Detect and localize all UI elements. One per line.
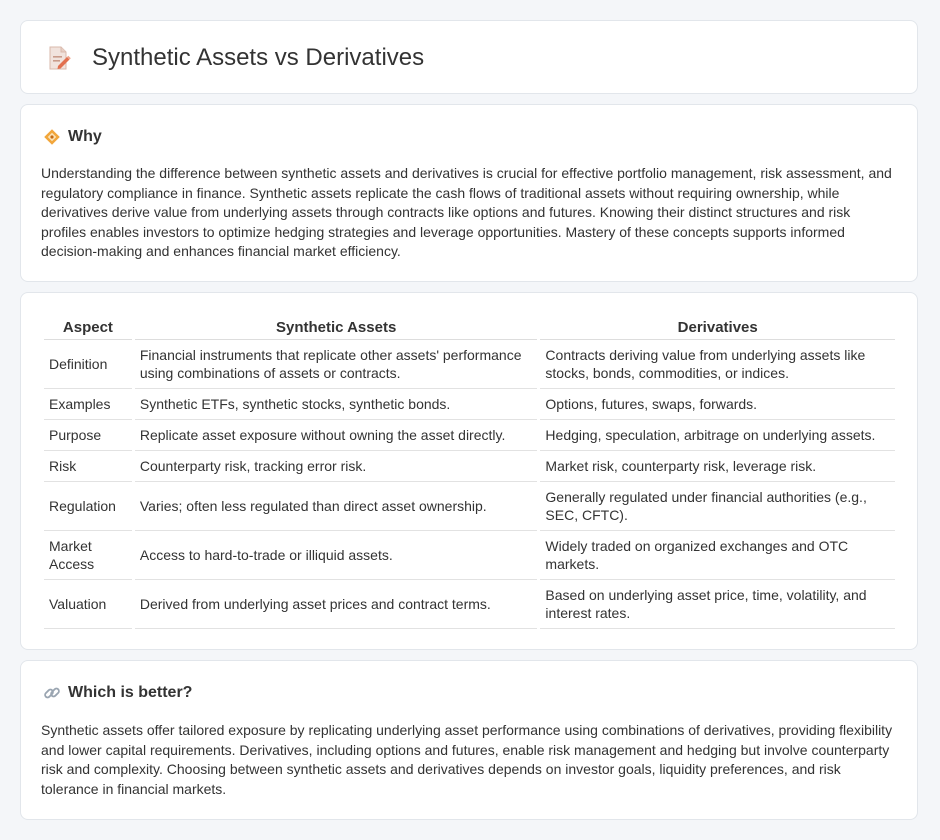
which-better-text: Synthetic assets offer tailored exposure… <box>41 722 893 797</box>
table-row: Market Access Access to hard-to-trade or… <box>44 531 895 580</box>
header-aspect: Aspect <box>44 317 132 340</box>
row-aspect: Regulation <box>44 482 132 531</box>
table-header-row: Aspect Synthetic Assets Derivatives <box>44 317 895 340</box>
row-derivatives: Hedging, speculation, arbitrage on under… <box>540 420 895 451</box>
row-derivatives: Market risk, counterparty risk, leverage… <box>540 451 895 482</box>
row-aspect: Purpose <box>44 420 132 451</box>
comparison-section: Aspect Synthetic Assets Derivatives Defi… <box>20 292 918 650</box>
header-card: Synthetic Assets vs Derivatives <box>20 20 918 94</box>
row-derivatives: Based on underlying asset price, time, v… <box>540 580 895 629</box>
row-aspect: Examples <box>44 389 132 420</box>
row-derivatives: Generally regulated under financial auth… <box>540 482 895 531</box>
table-row: Risk Counterparty risk, tracking error r… <box>44 451 895 482</box>
why-section: Why Understanding the difference between… <box>20 104 918 282</box>
row-synthetic: Access to hard-to-trade or illiquid asse… <box>134 531 538 580</box>
table-row: Regulation Varies; often less regulated … <box>44 482 895 531</box>
why-heading: Why <box>43 127 102 147</box>
table-row: Definition Financial instruments that re… <box>44 340 895 389</box>
page-title: Synthetic Assets vs Derivatives <box>92 44 425 71</box>
row-synthetic: Financial instruments that replicate oth… <box>134 340 538 389</box>
row-derivatives: Widely traded on organized exchanges and… <box>540 531 895 580</box>
why-title: Why <box>68 128 102 145</box>
comparison-table: Aspect Synthetic Assets Derivatives Defi… <box>41 317 898 629</box>
header-derivatives: Derivatives <box>540 317 895 340</box>
row-derivatives: Options, futures, swaps, forwards. <box>540 389 895 420</box>
which-better-heading: Which is better? <box>43 683 192 703</box>
table-row: Examples Synthetic ETFs, synthetic stock… <box>44 389 895 420</box>
row-synthetic: Varies; often less regulated than direct… <box>134 482 538 531</box>
row-synthetic: Synthetic ETFs, synthetic stocks, synthe… <box>134 389 538 420</box>
header-synthetic-assets: Synthetic Assets <box>134 317 538 340</box>
document-pencil-icon <box>49 46 71 70</box>
link-icon <box>44 687 60 699</box>
row-aspect: Risk <box>44 451 132 482</box>
row-aspect: Definition <box>44 340 132 389</box>
row-derivatives: Contracts deriving value from underlying… <box>540 340 895 389</box>
row-aspect: Valuation <box>44 580 132 629</box>
why-text: Understanding the difference between syn… <box>41 165 892 260</box>
row-synthetic: Derived from underlying asset prices and… <box>134 580 538 629</box>
row-synthetic: Counterparty risk, tracking error risk. <box>134 451 538 482</box>
table-row: Valuation Derived from underlying asset … <box>44 580 895 629</box>
diamond-badge-icon <box>44 129 60 145</box>
row-aspect: Market Access <box>44 531 132 580</box>
which-better-title: Which is better? <box>68 684 193 701</box>
row-synthetic: Replicate asset exposure without owning … <box>134 420 538 451</box>
which-better-section: Which is better? Synthetic assets offer … <box>20 660 918 820</box>
table-row: Purpose Replicate asset exposure without… <box>44 420 895 451</box>
